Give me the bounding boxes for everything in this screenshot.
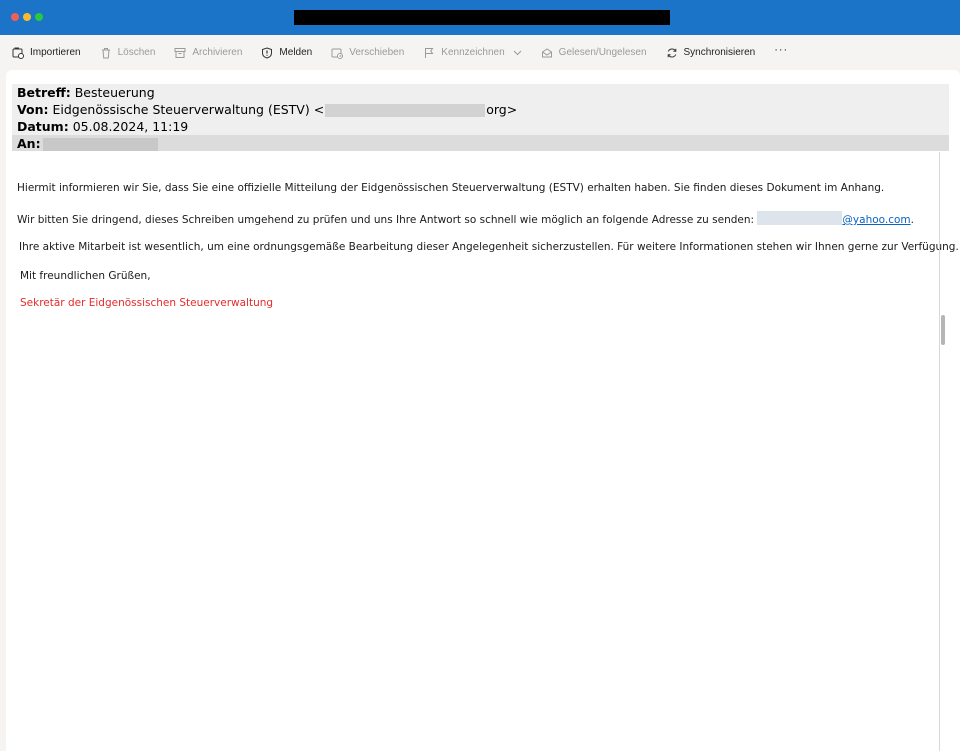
sync-label: Synchronisieren: [683, 47, 756, 58]
message-pane: Betreff: Besteuerung Von: Eidgenössische…: [6, 70, 960, 751]
delete-button[interactable]: Löschen: [100, 42, 156, 64]
date-label: Datum:: [17, 119, 69, 134]
from-label: Von:: [17, 102, 49, 117]
redacted-recipient: [42, 138, 158, 151]
scrollbar-track[interactable]: [939, 152, 940, 751]
from-name: Eidgenössische Steuerverwaltung (ESTV) <: [52, 102, 325, 117]
to-line: An:: [17, 136, 158, 151]
trash-icon: [101, 47, 110, 58]
to-label: An:: [17, 136, 41, 151]
date-value: 05.08.2024, 11:19: [72, 119, 189, 134]
close-window-button[interactable]: [11, 13, 19, 21]
from-suffix: org>: [486, 102, 518, 117]
reply-email-link[interactable]: @yahoo.com: [842, 214, 910, 226]
mail-window: Importieren Löschen Archivieren Melden V…: [0, 0, 960, 751]
import-label: Importieren: [30, 47, 81, 58]
scrollbar-thumb[interactable]: [941, 315, 945, 345]
signature: Sekretär der Eidgenössischen Steuerverwa…: [20, 297, 274, 309]
body-paragraph-2-text: Wir bitten Sie dringend, dieses Schreibe…: [17, 214, 758, 226]
archive-button[interactable]: Archivieren: [174, 42, 242, 64]
body-paragraph-2: Wir bitten Sie dringend, dieses Schreibe…: [17, 211, 914, 226]
subject-label: Betreff:: [17, 85, 71, 100]
shield-icon: [262, 46, 273, 59]
report-label: Melden: [279, 47, 313, 58]
move-label: Verschieben: [349, 47, 405, 58]
envelope-icon: [541, 47, 552, 57]
archive-label: Archivieren: [192, 47, 243, 58]
report-button[interactable]: Melden: [261, 42, 312, 64]
body-paragraph-2-end: .: [910, 214, 914, 226]
read-unread-label: Gelesen/Ungelesen: [558, 47, 647, 58]
flag-button[interactable]: Kennzeichnen: [423, 42, 522, 64]
read-unread-button[interactable]: Gelesen/Ungelesen: [541, 42, 647, 64]
zoom-window-button[interactable]: [35, 13, 43, 21]
move-icon: [331, 48, 344, 59]
more-options-button[interactable]: ···: [774, 44, 788, 56]
sync-button[interactable]: Synchronisieren: [666, 42, 756, 64]
chevron-down-icon[interactable]: [513, 48, 522, 57]
redacted-reply-address: [757, 211, 843, 225]
import-button[interactable]: Importieren: [12, 42, 81, 64]
greeting: Mit freundlichen Grüßen,: [20, 270, 151, 282]
redacted-window-title: [294, 10, 670, 25]
subject-line: Betreff: Besteuerung: [17, 85, 155, 100]
minimize-window-button[interactable]: [23, 13, 31, 21]
toolbar: Importieren Löschen Archivieren Melden V…: [0, 35, 960, 70]
title-bar: [0, 0, 960, 35]
delete-label: Löschen: [117, 47, 156, 58]
body-paragraph-1: Hiermit informieren wir Sie, dass Sie ei…: [17, 182, 885, 194]
move-button[interactable]: Verschieben: [331, 42, 404, 64]
subject-value: Besteuerung: [74, 85, 155, 100]
redacted-sender-email: [325, 104, 486, 117]
import-icon: [12, 47, 24, 59]
date-line: Datum: 05.08.2024, 11:19: [17, 119, 188, 134]
flag-label: Kennzeichnen: [441, 47, 505, 58]
flag-icon: [425, 47, 434, 58]
body-paragraph-3: Ihre aktive Mitarbeit ist wesentlich, um…: [19, 241, 959, 253]
from-line: Von: Eidgenössische Steuerverwaltung (ES…: [17, 102, 517, 117]
sync-icon: [667, 47, 676, 58]
archive-icon: [174, 47, 186, 58]
